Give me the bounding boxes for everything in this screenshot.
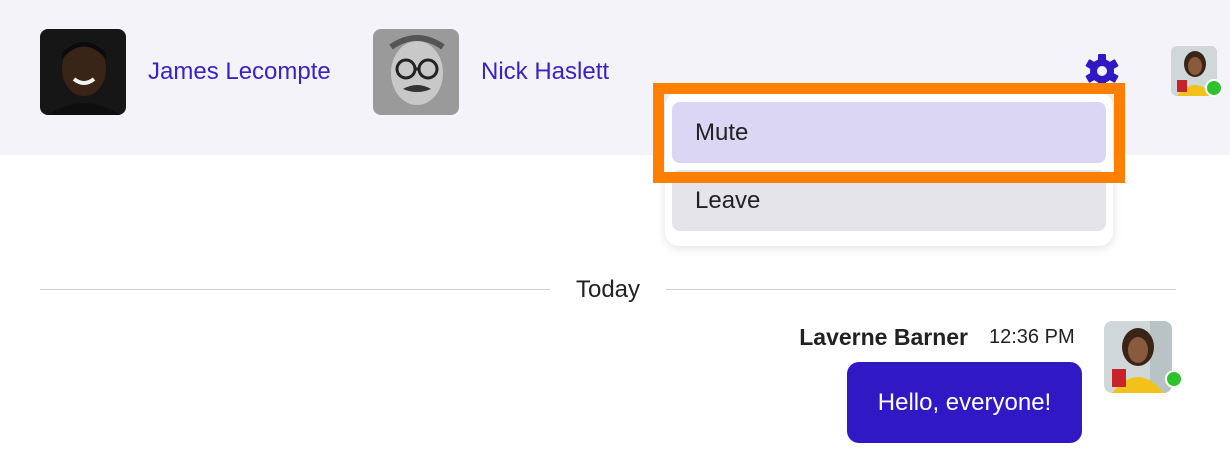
day-divider-line (666, 289, 1176, 290)
day-divider-line (40, 289, 550, 290)
gear-icon[interactable] (1084, 53, 1120, 89)
member-name[interactable]: Nick Haslett (481, 58, 609, 86)
member-avatar[interactable] (373, 29, 459, 115)
menu-item-mute[interactable]: Mute (672, 102, 1106, 163)
member-james-lecompte[interactable]: James Lecompte (40, 29, 331, 115)
day-divider-label: Today (575, 276, 641, 303)
member-name[interactable]: James Lecompte (148, 58, 331, 86)
current-user-avatar[interactable] (1171, 46, 1223, 97)
online-status-dot (1165, 370, 1183, 388)
member-nick-haslett[interactable]: Nick Haslett (373, 29, 609, 115)
message-timestamp: 12:36 PM (989, 326, 1075, 348)
online-status-dot (1205, 79, 1223, 97)
avatar[interactable] (1104, 321, 1172, 393)
menu-item-leave[interactable]: Leave (672, 170, 1106, 231)
message-sender-name: Laverne Barner (799, 324, 968, 350)
member-avatar[interactable] (40, 29, 126, 115)
message-sender-avatar[interactable] (1104, 321, 1183, 393)
message-bubble: Hello, everyone! (847, 362, 1082, 443)
settings-dropdown-menu: Mute Leave (665, 92, 1113, 246)
